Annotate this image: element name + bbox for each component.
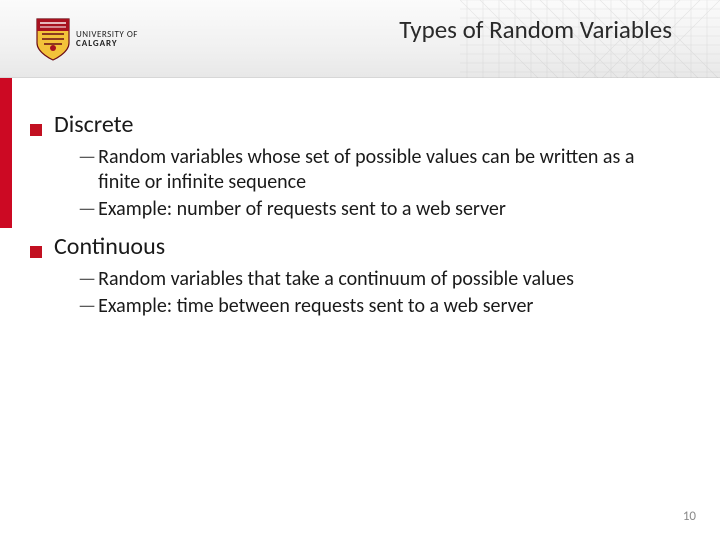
bullet-label: Continuous xyxy=(54,232,165,261)
bullet-level2: — Random variables whose set of possible… xyxy=(78,145,690,195)
bullet-level1: Discrete xyxy=(30,110,690,139)
subitem-text: Example: number of requests sent to a we… xyxy=(98,197,506,222)
dash-bullet-icon: — xyxy=(78,294,96,318)
university-logo: UNIVERSITY OF CALGARY xyxy=(36,4,138,74)
subitem-text: Random variables that take a continuum o… xyxy=(98,267,574,292)
university-name: UNIVERSITY OF CALGARY xyxy=(76,30,138,49)
bullet-label: Discrete xyxy=(54,110,133,139)
dash-bullet-icon: — xyxy=(78,197,96,221)
bullet-level1: Continuous xyxy=(30,232,690,261)
dash-bullet-icon: — xyxy=(78,145,96,169)
slide-content: Discrete — Random variables whose set of… xyxy=(0,100,720,321)
subitem-text: Example: time between requests sent to a… xyxy=(98,294,533,319)
square-bullet-icon xyxy=(30,124,42,136)
square-bullet-icon xyxy=(30,246,42,258)
bullet-level2: — Random variables that take a continuum… xyxy=(78,267,690,292)
subitem-text: Random variables whose set of possible v… xyxy=(98,145,658,195)
crest-icon xyxy=(36,17,70,61)
logo-line2: CALGARY xyxy=(76,39,138,48)
bullet-level2: — Example: number of requests sent to a … xyxy=(78,197,690,222)
slide-header: UNIVERSITY OF CALGARY Types of Random Va… xyxy=(0,0,720,78)
slide-title: Types of Random Variables xyxy=(399,14,672,45)
dash-bullet-icon: — xyxy=(78,267,96,291)
bullet-level2: — Example: time between requests sent to… xyxy=(78,294,690,319)
page-number: 10 xyxy=(683,509,696,524)
